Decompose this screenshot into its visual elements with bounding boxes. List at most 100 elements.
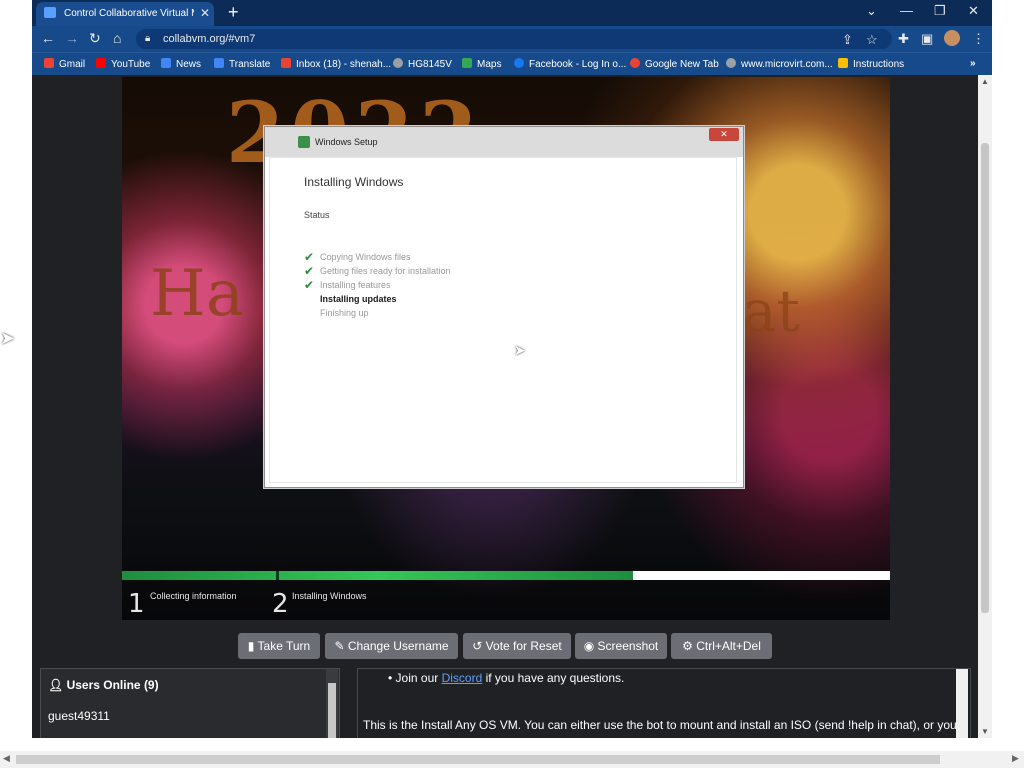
page-scrollbar[interactable]: ▲ ▼	[978, 75, 992, 738]
status-label: Status	[304, 210, 330, 220]
change-username-button[interactable]: ✎ Change Username	[325, 633, 458, 659]
setup-titlebar: Windows Setup ✕	[265, 127, 743, 157]
users-scrollbar-thumb[interactable]	[328, 683, 336, 738]
setup-close-button[interactable]: ✕	[709, 128, 739, 141]
browser-tab[interactable]: Control Collaborative Virtual Ma... ✕	[36, 2, 214, 26]
gear-icon: ⚙	[682, 639, 697, 653]
setup-heading: Installing Windows	[304, 175, 404, 189]
camera-icon: ◉	[583, 639, 598, 653]
news-icon	[161, 58, 171, 68]
check-icon: ✔	[304, 250, 315, 264]
bookmark-facebook[interactable]: Facebook - Log In o...	[514, 58, 626, 70]
install-progress-fill	[122, 571, 633, 580]
wallpaper-decoration-left: Ha	[150, 257, 244, 331]
phase-2-number: 2	[272, 589, 289, 619]
step-copying-files: Copying Windows files	[320, 252, 411, 262]
users-online-header: 👤︎ Users Online (9)	[48, 678, 159, 692]
translate-icon	[214, 58, 224, 68]
step-finishing-up: Finishing up	[320, 308, 369, 318]
bookmark-gmail[interactable]: Gmail	[44, 58, 85, 70]
horizontal-scrollbar-thumb[interactable]	[16, 755, 940, 764]
restore-button[interactable]: ❐	[934, 3, 946, 19]
mail-icon	[281, 58, 291, 68]
install-progress-bar	[122, 571, 890, 580]
host-mouse-cursor-icon: ➤	[0, 328, 16, 348]
reload-button[interactable]: ↻	[89, 30, 101, 47]
facebook-icon	[514, 58, 524, 68]
take-turn-button[interactable]: ▮ Take Turn	[238, 633, 320, 659]
step-installing-features: Installing features	[320, 280, 391, 290]
close-tab-icon[interactable]: ✕	[200, 6, 210, 20]
close-window-button[interactable]: ✕	[968, 3, 979, 19]
setup-body: Installing Windows Status ✔ Copying Wind…	[269, 157, 737, 483]
profile-avatar[interactable]	[944, 30, 960, 46]
youtube-icon	[96, 58, 106, 68]
opera-icon	[630, 58, 640, 68]
bookmark-news[interactable]: News	[161, 58, 201, 70]
extensions-icon[interactable]: ✚	[898, 31, 909, 47]
ctrl-alt-del-button[interactable]: ⚙ Ctrl+Alt+Del	[671, 633, 772, 659]
phase-1-label: Collecting information	[150, 591, 237, 601]
step-installing-updates: Installing updates	[320, 294, 397, 304]
globe-icon	[393, 58, 403, 68]
check-icon: ✔	[304, 264, 315, 278]
browser-window: Control Collaborative Virtual Ma... ✕ + …	[32, 0, 992, 738]
user-list-item[interactable]: guest49311	[48, 709, 110, 723]
windows-setup-dialog: Windows Setup ✕ Installing Windows Statu…	[264, 126, 744, 488]
minimize-button[interactable]: —	[900, 3, 913, 18]
tab-search-icon[interactable]: ⌄	[866, 3, 877, 19]
side-panel-icon[interactable]: ▣	[921, 31, 933, 47]
browser-toolbar: ← → ↻ ⌂ 🔒︎ collabvm.org/#vm7 ⇪ ☆ ✚ ▣ ⋮	[32, 26, 992, 52]
chat-panel: • Join our Discord if you have any quest…	[357, 668, 971, 738]
setup-app-icon	[298, 136, 310, 148]
bookmark-youtube[interactable]: YouTube	[96, 58, 150, 70]
take-turn-icon: ▮	[247, 639, 258, 653]
step-getting-files-ready: Getting files ready for installation	[320, 266, 451, 276]
menu-icon[interactable]: ⋮	[972, 31, 985, 47]
home-button[interactable]: ⌂	[113, 30, 121, 46]
screenshot-button[interactable]: ◉ Screenshot	[575, 633, 667, 659]
phase-2-label: Installing Windows	[292, 591, 367, 601]
horizontal-scrollbar[interactable]: ◀ ▶	[0, 751, 1024, 768]
users-scrollbar[interactable]	[326, 669, 338, 738]
check-icon: ✔	[304, 278, 315, 292]
share-icon[interactable]: ⇪	[842, 32, 853, 48]
maps-icon	[462, 58, 472, 68]
scroll-down-icon[interactable]: ▼	[981, 727, 989, 736]
forward-button[interactable]: →	[65, 30, 79, 46]
chat-scrollbar[interactable]	[956, 669, 968, 738]
scroll-right-icon[interactable]: ▶	[1012, 753, 1019, 764]
change-username-icon: ✎	[334, 639, 348, 653]
page-content: 2022 Ha at Windows Setup ✕ Installing Wi…	[32, 75, 978, 738]
vm-display[interactable]: 2022 Ha at Windows Setup ✕ Installing Wi…	[122, 77, 890, 620]
scroll-up-icon[interactable]: ▲	[981, 77, 989, 86]
page-scrollbar-thumb[interactable]	[981, 143, 989, 613]
discord-link[interactable]: Discord	[442, 671, 483, 685]
phase-1-number: 1	[128, 589, 145, 619]
scroll-left-icon[interactable]: ◀	[3, 753, 10, 764]
globe-icon	[726, 58, 736, 68]
users-online-panel: 👤︎ Users Online (9) guest49311	[40, 668, 340, 738]
lock-icon: 🔒︎	[145, 33, 151, 44]
vote-for-reset-button[interactable]: ↺ Vote for Reset	[463, 633, 571, 659]
bookmark-star-icon[interactable]: ☆	[866, 32, 878, 48]
tab-title: Control Collaborative Virtual Ma...	[64, 8, 194, 19]
bookmark-instructions[interactable]: Instructions	[838, 58, 904, 70]
chat-bullet: • Join our Discord if you have any quest…	[388, 671, 625, 685]
address-bar[interactable]: 🔒︎ collabvm.org/#vm7 ⇪ ☆	[136, 29, 892, 49]
bookmark-maps[interactable]: Maps	[462, 58, 501, 70]
bookmark-translate[interactable]: Translate	[214, 58, 270, 70]
phase-divider	[276, 571, 279, 580]
bookmarks-overflow-icon[interactable]: »	[970, 58, 976, 69]
back-button[interactable]: ←	[41, 30, 55, 46]
bookmark-microvirt[interactable]: www.microvirt.com...	[726, 58, 833, 70]
setup-window-title: Windows Setup	[315, 137, 378, 147]
bookmark-hg8145v[interactable]: HG8145V	[393, 58, 452, 70]
new-tab-button[interactable]: +	[228, 2, 239, 23]
bookmark-inbox[interactable]: Inbox (18) - shenah...	[281, 58, 391, 70]
user-icon: 👤︎	[48, 678, 67, 692]
bookmark-google-new-tab[interactable]: Google New Tab	[630, 58, 719, 70]
instructions-icon	[838, 58, 848, 68]
chat-message: This is the Install Any OS VM. You can e…	[363, 718, 966, 732]
url-text: collabvm.org/#vm7	[163, 33, 256, 45]
